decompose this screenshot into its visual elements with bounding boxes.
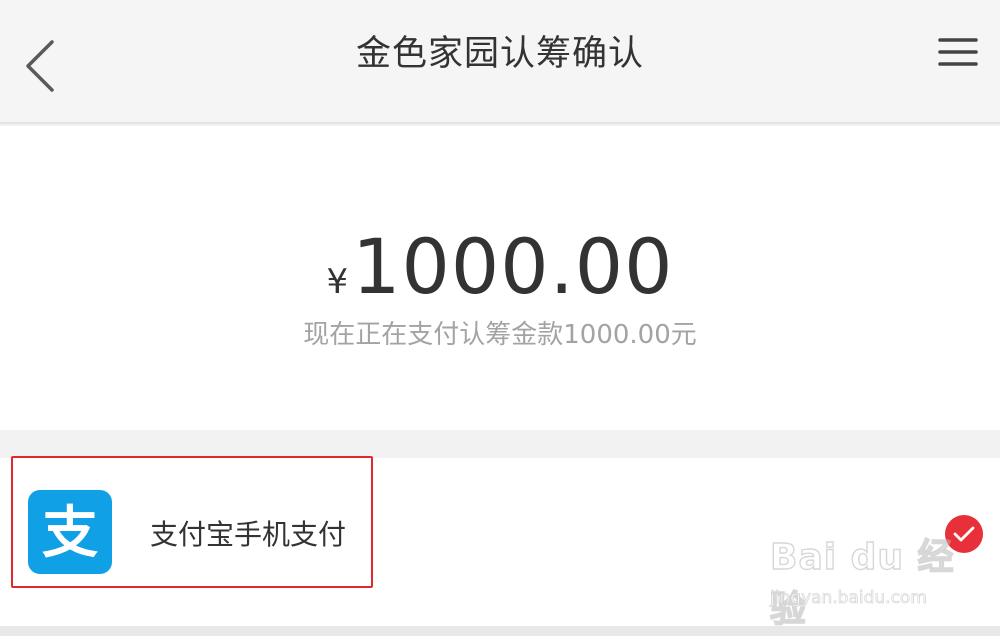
app-header: 金色家园认筹确认: [0, 0, 1000, 124]
hamburger-menu-icon: [938, 38, 978, 66]
page-title: 金色家园认筹确认: [355, 34, 644, 74]
amount-value: 1000.00: [352, 222, 674, 311]
menu-button[interactable]: [930, 30, 986, 80]
amount-description: 现在正在支付认筹金款1000.00元: [303, 320, 697, 350]
alipay-logo-icon: 支: [28, 490, 112, 574]
selected-check-icon[interactable]: [944, 514, 984, 554]
payment-method-alipay[interactable]: 支 支付宝手机支付: [0, 456, 1000, 626]
bottom-divider: [0, 626, 1000, 636]
alipay-logo-glyph: 支: [42, 501, 98, 566]
currency-symbol: ¥: [326, 262, 349, 302]
payment-summary: ¥1000.00 现在正在支付认筹金款1000.00元: [0, 126, 1000, 430]
payment-method-label: 支付宝手机支付: [150, 518, 347, 551]
amount-display: ¥1000.00: [0, 222, 1000, 311]
